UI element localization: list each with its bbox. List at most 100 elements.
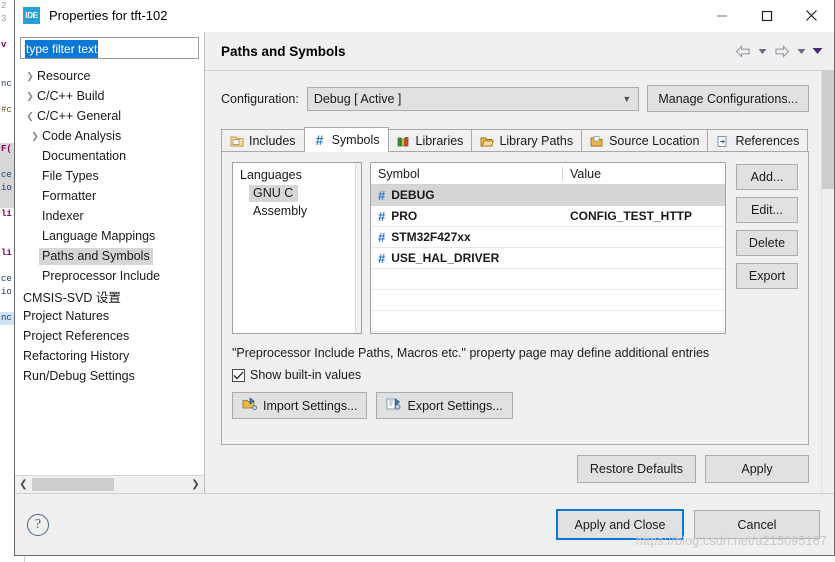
apply-and-close-button[interactable]: Apply and Close [556,509,684,540]
languages-list[interactable]: Languages GNU C Assembly [232,162,362,334]
tree-item-label: Preprocessor Include [42,269,161,283]
includes-folder-icon [230,134,244,148]
manage-configurations-button[interactable]: Manage Configurations... [647,85,809,112]
tree-item-preprocessor-include[interactable]: Preprocessor Include [15,266,204,286]
scrollbar-thumb[interactable] [32,478,114,491]
tree-item-label: C/C++ Build [37,89,105,103]
languages-scrollbar[interactable] [355,163,361,333]
table-row[interactable]: # DEBUG [371,185,725,206]
chevron-right-icon[interactable]: ❯ [23,71,37,81]
back-dropdown-icon[interactable] [756,48,769,55]
configuration-value: Debug [ Active ] [313,91,402,106]
tree-item-cpp-general[interactable]: ❮ C/C++ General [15,106,204,126]
symbols-table[interactable]: Symbol Value # DEBUG # PRO CONFIG_TEST_H… [370,162,726,334]
chevron-right-icon[interactable]: ❯ [23,91,37,101]
tree-item-project-references[interactable]: Project References [15,326,204,346]
show-builtin-checkbox[interactable] [232,368,245,382]
symbol-name: DEBUG [391,188,435,202]
maximize-button[interactable] [744,0,789,31]
language-item-gnu-c[interactable]: GNU C [233,184,361,202]
tree-item-label: Indexer [42,209,84,223]
tree-item-indexer[interactable]: Indexer [15,206,204,226]
table-row[interactable] [371,269,725,290]
settings-tree: ❯ Resource ❯ C/C++ Build ❮ C/C++ General… [15,62,204,475]
scrollbar-thumb[interactable] [822,71,834,189]
show-builtin-row[interactable]: Show built-in values [232,368,798,382]
tree-item-file-types[interactable]: File Types [15,166,204,186]
window-controls [699,0,834,31]
tab-library-paths[interactable]: Library Paths [471,129,583,152]
forward-arrow-icon[interactable] [772,44,792,58]
export-settings-button[interactable]: Export Settings... [376,392,513,419]
tree-item-formatter[interactable]: Formatter [15,186,204,206]
value-cell: CONFIG_TEST_HTTP [570,209,693,223]
minimize-button[interactable] [699,0,744,31]
tree-item-language-mappings[interactable]: Language Mappings [15,226,204,246]
export-settings-icon [386,397,401,414]
tree-item-label: File Types [42,169,99,183]
tree-item-code-analysis[interactable]: ❯ Code Analysis [15,126,204,146]
tree-item-label: Run/Debug Settings [23,369,135,383]
chevron-left-icon[interactable]: ❮ [15,476,32,493]
configuration-row: Configuration: Debug [ Active ] ▼ Manage… [221,85,809,112]
table-row[interactable]: # STM32F427xx [371,227,725,248]
tab-references[interactable]: References [707,129,809,152]
close-button[interactable] [789,0,834,31]
tree-item-label: Documentation [42,149,127,163]
tree-item-label: C/C++ General [37,109,122,123]
tree-item-documentation[interactable]: Documentation [15,146,204,166]
tree-item-label: Resource [37,69,91,83]
tree-item-run-debug-settings[interactable]: Run/Debug Settings [15,366,204,386]
table-row[interactable]: # PRO CONFIG_TEST_HTTP [371,206,725,227]
configuration-select[interactable]: Debug [ Active ] ▼ [306,86,640,111]
table-row[interactable] [371,290,725,311]
window-title: Properties for tft-102 [49,8,168,23]
symbol-cell: # DEBUG [371,188,563,203]
chevron-down-icon[interactable]: ❮ [23,111,37,121]
tree-item-resource[interactable]: ❯ Resource [15,66,204,86]
forward-dropdown-icon[interactable] [795,48,808,55]
tree-item-project-natures[interactable]: Project Natures [15,306,204,326]
edit-button[interactable]: Edit... [736,197,798,223]
help-icon[interactable]: ? [27,513,49,536]
add-button[interactable]: Add... [736,164,798,190]
tab-libraries[interactable]: Libraries [387,129,473,152]
export-button[interactable]: Export [736,263,798,289]
settings-pane: Paths and Symbols Configuration: Debug [… [205,32,834,493]
tree-item-cmsis-svd[interactable]: CMSIS-SVD 设置 [15,286,204,306]
tab-symbols[interactable]: # Symbols [303,127,389,152]
column-header-value[interactable]: Value [563,167,725,181]
hash-icon: # [378,187,386,203]
footer-buttons: Apply and Close Cancel [556,509,820,540]
tab-label: Source Location [609,134,700,148]
pane-scroll-area: Configuration: Debug [ Active ] ▼ Manage… [205,71,834,493]
restore-defaults-button[interactable]: Restore Defaults [576,455,696,483]
tree-item-label: Code Analysis [42,129,122,143]
tree-item-refactoring-history[interactable]: Refactoring History [15,346,204,366]
tree-item-cpp-build[interactable]: ❯ C/C++ Build [15,86,204,106]
cancel-button[interactable]: Cancel [694,510,820,539]
language-item-assembly[interactable]: Assembly [233,202,361,220]
chevron-right-icon[interactable]: ❯ [28,131,42,141]
import-settings-button[interactable]: Import Settings... [232,392,368,419]
column-header-symbol[interactable]: Symbol [371,166,563,181]
tab-group: Includes # Symbols Libraries Library Pat… [221,127,809,445]
symbol-cell: # PRO [371,209,563,224]
table-row[interactable]: # USE_HAL_DRIVER [371,248,725,269]
delete-button[interactable]: Delete [736,230,798,256]
tree-item-paths-and-symbols[interactable]: Paths and Symbols [15,246,204,266]
chevron-right-icon[interactable]: ❯ [187,476,204,493]
tab-includes[interactable]: Includes [221,129,305,152]
view-menu-icon[interactable] [811,47,824,55]
tab-source-location[interactable]: Source Location [581,129,709,152]
hash-icon: # [378,208,386,224]
symbols-tab-panel: Languages GNU C Assembly Symbol Value # … [221,151,809,445]
table-row[interactable] [371,311,725,332]
tab-label: Library Paths [499,134,574,148]
filter-input[interactable] [20,37,199,59]
apply-button[interactable]: Apply [705,455,809,483]
pane-header: Paths and Symbols [205,32,834,71]
navigation-hscrollbar[interactable]: ❮ ❯ [15,475,204,493]
back-arrow-icon[interactable] [733,44,753,58]
pane-vscrollbar[interactable] [821,71,834,493]
